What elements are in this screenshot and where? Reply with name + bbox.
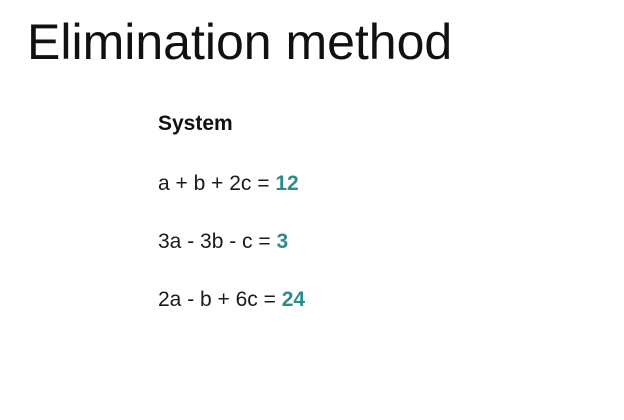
equation-2: 3a - 3b - c = 3 [158, 228, 288, 256]
equation-2-lhs: 3a - 3b - c = [158, 230, 277, 253]
system-heading: System [158, 112, 233, 135]
slide-title: Elimination method [27, 14, 453, 70]
equation-1: a + b + 2c = 12 [158, 170, 299, 198]
equation-2-rhs: 3 [276, 230, 289, 253]
equation-3: 2a - b + 6c = 24 [158, 286, 305, 314]
system-block: System a + b + 2c = 12 3a - 3b - c = 3 2… [158, 110, 305, 311]
equation-3-rhs: 24 [281, 288, 306, 311]
equation-1-lhs: a + b + 2c = [158, 172, 276, 195]
slide: Elimination method System a + b + 2c = 1… [0, 0, 624, 420]
equation-1-rhs: 12 [275, 172, 299, 195]
equation-3-lhs: 2a - b + 6c = [158, 288, 282, 311]
